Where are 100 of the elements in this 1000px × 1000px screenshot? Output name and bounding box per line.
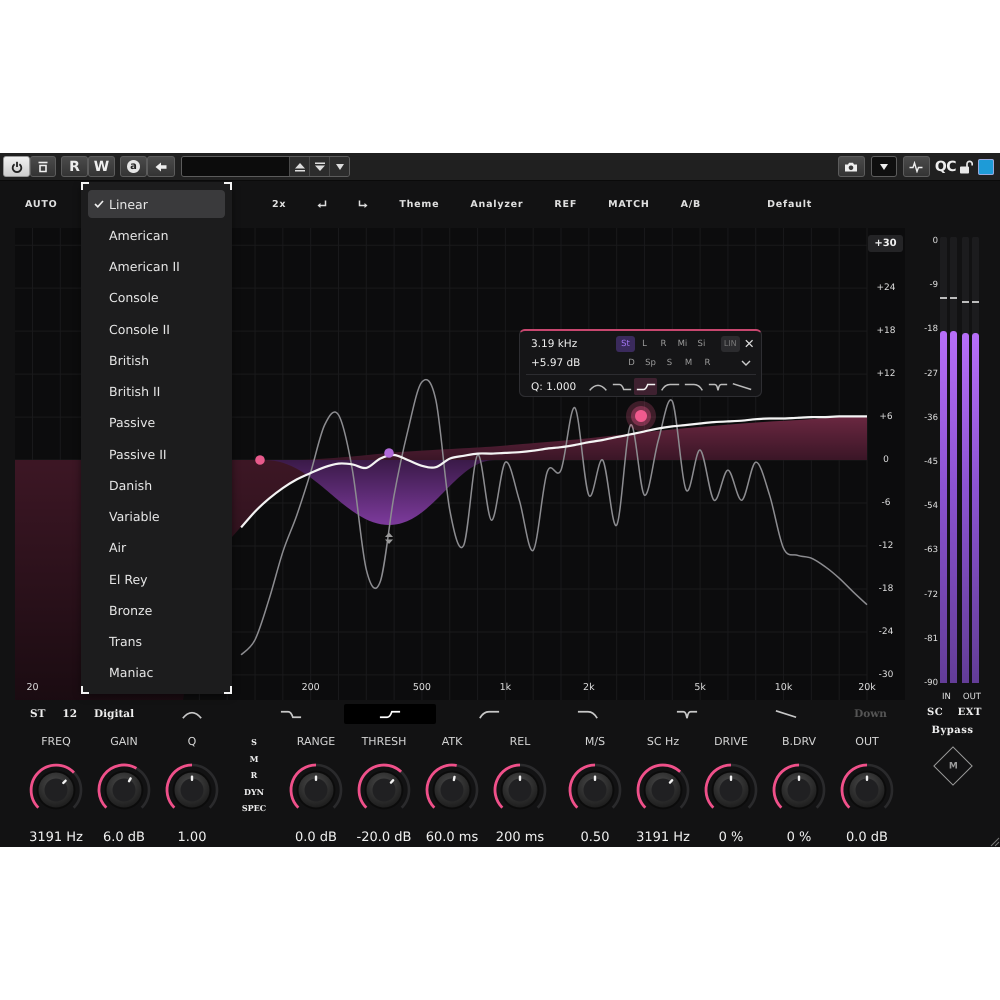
db-scale-label: -12 [878, 540, 894, 553]
snapshot-button[interactable] [838, 156, 865, 177]
db-scale-label: -18 [878, 582, 894, 596]
menu-item[interactable]: Passive II [88, 440, 225, 468]
knob-label: GAIN [110, 735, 138, 749]
external-toggle[interactable]: EXT [958, 705, 982, 721]
band-mode-button[interactable]: S [251, 736, 257, 748]
range-button[interactable]: +30 [868, 235, 903, 252]
meter-scale-label: -36 [924, 412, 938, 423]
band-mode-button[interactable]: SPEC [242, 802, 266, 814]
gain-value[interactable]: +5.97 dB [531, 356, 622, 368]
circle-button[interactable]: a [120, 156, 147, 177]
mode-toggle[interactable]: Sp [641, 354, 660, 370]
knob-value: 0.0 dB [295, 830, 337, 846]
preset-field[interactable] [182, 157, 289, 176]
channel-toggle[interactable]: St [616, 336, 635, 352]
menu-item[interactable]: Passive [88, 408, 225, 437]
menu-item[interactable]: Air [88, 534, 225, 562]
power-icon [10, 160, 22, 172]
channel-toggle[interactable]: Si [692, 336, 711, 352]
knob-label: DRIVE [714, 735, 748, 749]
toolbar-button[interactable]: R [61, 156, 88, 177]
preset-name[interactable]: Default [767, 199, 812, 210]
menu-item[interactable]: Bronze [88, 596, 225, 624]
band-node[interactable] [626, 401, 656, 431]
lock-icon[interactable] [959, 160, 973, 174]
channel-toggle[interactable]: L [634, 336, 654, 352]
redo-icon[interactable] [358, 200, 368, 209]
undo-icon[interactable] [317, 200, 328, 209]
menu-item[interactable]: British [88, 346, 225, 374]
menu-item[interactable]: Linear [88, 190, 225, 218]
header-button[interactable]: 2x [272, 199, 286, 210]
header-button[interactable]: Analyzer [470, 199, 524, 210]
mode-toggle[interactable]: M [679, 354, 698, 370]
close-icon[interactable] [744, 339, 754, 348]
menu-item[interactable]: Console [88, 284, 225, 312]
header-button[interactable]: Theme [399, 199, 440, 210]
sidechain-toggle[interactable]: SC [927, 705, 944, 721]
band-mode-button[interactable]: R [250, 769, 258, 781]
meter-scale-label: -90 [924, 678, 938, 688]
channel-selector[interactable]: ST [30, 708, 46, 720]
dropdown-button[interactable] [870, 156, 897, 177]
knob-value: -20.0 dB [356, 830, 412, 846]
mode-selector[interactable]: Digital [94, 708, 134, 720]
menu-item[interactable]: British II [88, 378, 225, 406]
menu-item[interactable]: Variable [88, 502, 225, 531]
preset-menu-button[interactable] [329, 157, 349, 176]
up-arrow-icon [294, 162, 306, 172]
previous-preset-button[interactable] [289, 157, 309, 176]
header-button[interactable]: A/B [680, 199, 702, 210]
mode-toggle[interactable]: S [660, 354, 679, 370]
knob-value: 3191 Hz [636, 830, 690, 846]
tilt-filter-icon [732, 382, 752, 392]
filter-shape-button[interactable] [675, 708, 700, 720]
mode-toggle[interactable]: D [622, 354, 641, 370]
band-node[interactable] [255, 455, 265, 465]
chevron-down-icon[interactable] [741, 360, 751, 366]
filter-shape-button[interactable] [279, 708, 304, 720]
channel-toggle[interactable]: R [654, 336, 673, 352]
qc-label[interactable]: QC [934, 158, 956, 174]
knob-value: 200 ms [496, 830, 544, 846]
filter-shape-button[interactable] [576, 708, 600, 720]
knob-value: 0 % [786, 830, 812, 846]
diamond-button[interactable]: M [932, 746, 972, 786]
frequency-value[interactable]: 3.19 kHz [531, 338, 616, 350]
header-button[interactable]: REF [554, 199, 578, 210]
knob-label: B.DRV [782, 735, 816, 749]
bypass-button[interactable]: Bypass [932, 723, 974, 739]
channel-toggle[interactable]: Mi [672, 336, 692, 352]
menu-item[interactable]: El Rey [88, 565, 225, 594]
filter-shape-button[interactable] [634, 378, 657, 395]
menu-item[interactable]: American II [88, 252, 225, 281]
mode-toggle[interactable]: R [698, 354, 717, 370]
knob-value: 0 % [718, 830, 744, 846]
power-button[interactable] [3, 156, 30, 177]
knob-value: 0.50 [580, 830, 610, 846]
next-preset-button[interactable] [309, 157, 329, 176]
knob-label: Q [188, 735, 196, 749]
band-mode-button[interactable]: DYN [244, 786, 264, 798]
menu-item[interactable]: Trans [88, 628, 225, 656]
frequency-scale-label: 500 [412, 681, 432, 695]
slope-selector[interactable]: 12 [62, 708, 78, 720]
waveform-button[interactable] [902, 156, 930, 177]
high-pass-filter-icon [477, 708, 502, 720]
band-node[interactable] [384, 448, 394, 458]
filter-shape-button[interactable] [477, 708, 502, 720]
resize-grip-icon[interactable] [988, 835, 1000, 847]
filter-shape-button[interactable] [774, 708, 798, 720]
band-mode-button[interactable]: M [250, 752, 258, 764]
menu-item[interactable]: Maniac [88, 658, 225, 687]
toolbar-button[interactable]: W [88, 156, 115, 177]
back-button[interactable] [147, 156, 175, 177]
menu-item[interactable]: Danish [88, 471, 225, 500]
drag-handle-icon[interactable] [385, 532, 393, 544]
header-button[interactable]: MATCH [608, 199, 650, 210]
q-value[interactable]: Q: 1.000 [531, 380, 586, 392]
enable-toggle[interactable] [978, 158, 994, 174]
compare-button[interactable] [30, 156, 56, 177]
preset-selector[interactable] [181, 156, 350, 177]
menu-item[interactable]: Console II [88, 315, 225, 344]
